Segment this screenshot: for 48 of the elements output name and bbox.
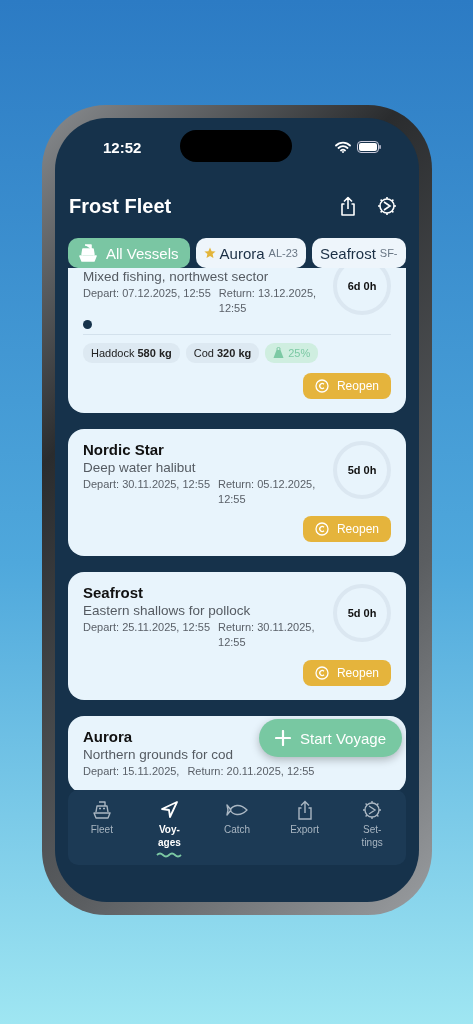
status-time: 12:52 [103, 138, 142, 156]
tab[interactable]: Fleet [77, 800, 126, 836]
plus-icon [275, 730, 292, 746]
duration-ring: 6d 0h [333, 268, 391, 315]
voyage-card[interactable]: Seafrost Eastern shallows for pollock Depart: 25.11.2025, 12:55 Return: 30.11.2025, 12:55 5d 0h Reopen [68, 572, 406, 701]
depart-date: Depart: 30.11.2025, 12:55 [83, 476, 210, 492]
app-title: Frost Fleet [69, 194, 172, 218]
duration-ring: 5d 0h [333, 584, 391, 643]
voyage-description: Northern grounds for cod [83, 747, 234, 763]
return-date: Return: 20.11.2025, 12:55 [187, 764, 315, 779]
catch-tag: Cod 320 kg [185, 342, 260, 363]
voyage-card[interactable]: Mixed fishing, northwest sector Depart: 07.12.2025, 12:55 Return: 13.12.2025, 12:55 6d 0h Haddock 580 kg Cod 320 kg 25% Reopen [68, 268, 406, 413]
depart-date: Depart: 25.11.2025, 12:55 [83, 620, 210, 636]
tab[interactable]: Set-tings [348, 800, 397, 849]
voyage-description: Mixed fishing, northwest sector [83, 269, 269, 284]
voyage-description: Deep water halibut [83, 459, 196, 475]
navigation-arrow-icon [159, 800, 180, 820]
copyright-icon [314, 666, 329, 681]
depart-date: Depart: 15.11.2025, [83, 764, 180, 779]
ship-icon [91, 800, 112, 820]
return-date: Return: 05.12.2025, 12:55 [218, 476, 317, 507]
battery-icon [357, 141, 381, 153]
wifi-icon [335, 141, 351, 153]
return-date: Return: 13.12.2025, 12:55 [218, 286, 318, 316]
ship-icon [79, 243, 97, 263]
depart-date: Depart: 07.12.2025, 12:55 [83, 286, 211, 301]
tab[interactable]: Voy-ages [145, 800, 194, 858]
voyage-card[interactable]: Nordic Star Deep water halibut Depart: 30.11.2025, 12:55 Return: 05.12.2025, 12:55 5d 0h Reopen [68, 428, 406, 557]
weight-icon [273, 347, 285, 359]
filter-chip[interactable]: Aurora AL-23 [195, 238, 306, 268]
share-icon [295, 800, 314, 820]
tab[interactable]: Export [280, 800, 329, 836]
duration-ring: 5d 0h [333, 440, 391, 499]
share-icon[interactable] [339, 196, 357, 216]
vessel-name: Aurora [83, 728, 133, 746]
filter-chip[interactable]: Seafrost SF- [311, 238, 406, 268]
copyright-icon [314, 522, 329, 537]
vessel-name: Seafrost [83, 584, 144, 602]
catch-tag: Haddock 580 kg [83, 342, 180, 363]
copyright-icon [314, 378, 329, 393]
settings-icon[interactable] [377, 196, 397, 216]
wave-underline-icon [156, 852, 183, 858]
return-date: Return: 30.11.2025, 12:55 [218, 620, 316, 651]
load-tag: 25% [265, 342, 319, 363]
settings-icon [362, 800, 383, 820]
tab[interactable]: Catch [213, 800, 261, 836]
vessel-name: Nordic Star [83, 440, 164, 458]
voyage-description: Eastern shallows for pollock [83, 603, 251, 619]
